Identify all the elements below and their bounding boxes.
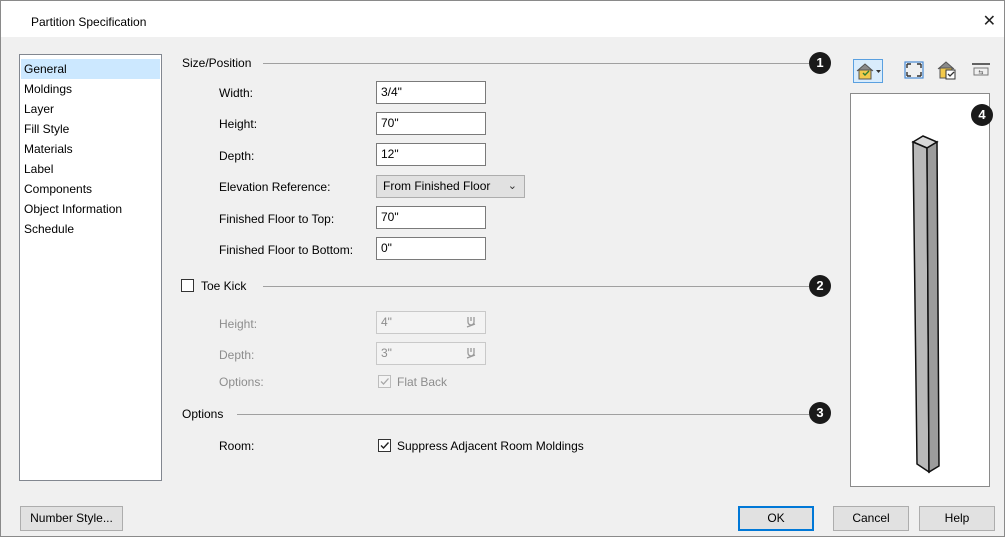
toolbar-toggle-button[interactable]: ⇆ [969,59,995,83]
chevron-down-icon: ⌄ [507,180,517,192]
options-divider [237,414,809,415]
toe-kick-height-field: 4" [376,311,486,334]
svg-text:⇆: ⇆ [978,69,983,76]
lock-unlink-icon [466,348,476,359]
close-icon[interactable]: ✕ [983,11,996,31]
depth-field[interactable]: 12" [376,143,486,166]
toe-kick-depth-value: 3" [381,346,392,360]
ok-button[interactable]: OK [738,506,814,531]
help-button[interactable]: Help [919,506,995,531]
toe-kick-height-value: 4" [381,315,392,329]
toe-kick-depth-field: 3" [376,342,486,365]
callout-badge-2: 2 [809,275,831,297]
suppress-moldings-label: Suppress Adjacent Room Moldings [397,439,584,453]
cancel-button[interactable]: Cancel [833,506,909,531]
room-label: Room: [219,439,255,453]
category-item-label[interactable]: Label [21,159,160,179]
toe-kick-depth-label: Depth: [219,348,255,362]
number-style-button[interactable]: Number Style... [20,506,123,531]
depth-label: Depth: [219,149,255,163]
check-icon [380,378,389,385]
height-field[interactable]: 70" [376,112,486,135]
partition-3d-preview [911,135,940,474]
camera-view-dropdown-button[interactable] [853,59,883,83]
category-item-components[interactable]: Components [21,179,160,199]
category-item-materials[interactable]: Materials [21,139,160,159]
size-position-heading: Size/Position [182,56,252,70]
category-item-object-information[interactable]: Object Information [21,199,160,219]
title-bar: Partition Specification ✕ [1,1,1004,37]
category-item-fill-style[interactable]: Fill Style [21,119,160,139]
toe-kick-height-label: Height: [219,317,258,331]
options-heading: Options [182,407,224,421]
toe-kick-checkbox[interactable] [181,279,194,292]
elevation-reference-value: From Finished Floor [383,179,491,193]
category-list[interactable]: General Moldings Layer Fill Style Materials L… [19,54,162,481]
house-view-icon [856,63,881,80]
color-view-button[interactable] [935,59,961,83]
color-view-icon [937,61,956,80]
finished-floor-to-top-label: Finished Floor to Top: [219,212,335,226]
fill-window-icon [904,61,924,79]
category-item-general[interactable]: General [21,59,160,79]
size-position-divider [263,63,809,64]
preview-panel[interactable]: 4 [850,93,993,487]
elevation-reference-label: Elevation Reference: [219,180,331,194]
toe-kick-options-label: Options: [219,375,264,389]
callout-badge-1: 1 [809,52,831,74]
partition-specification-dialog: Partition Specification ✕ General Molding… [0,0,1005,537]
finished-floor-to-top-field[interactable]: 70" [376,206,486,229]
width-label: Width: [219,86,254,100]
category-item-moldings[interactable]: Moldings [21,79,160,99]
height-label: Height: [219,117,258,131]
toe-kick-divider [263,286,809,287]
callout-badge-3: 3 [809,402,831,424]
elevation-reference-select[interactable]: From Finished Floor ⌄ [376,175,525,198]
check-icon [380,442,390,450]
fill-window-button[interactable] [902,59,928,83]
flat-back-checkbox [378,375,391,388]
toolbar-toggle-icon: ⇆ [972,63,990,76]
window-title: Partition Specification [31,15,147,29]
finished-floor-to-bottom-label: Finished Floor to Bottom: [219,243,354,257]
lock-unlink-icon [466,317,476,328]
flat-back-label: Flat Back [397,375,448,389]
category-item-schedule[interactable]: Schedule [21,219,160,239]
suppress-moldings-checkbox[interactable] [378,439,391,452]
toe-kick-heading: Toe Kick [201,279,247,293]
category-item-layer[interactable]: Layer [21,99,160,119]
width-field[interactable]: 3/4" [376,81,486,104]
finished-floor-to-bottom-field[interactable]: 0" [376,237,486,260]
